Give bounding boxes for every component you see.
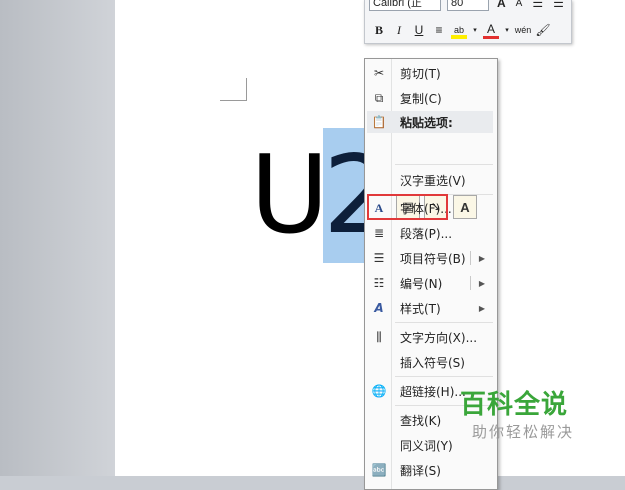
menu-item-label: 查找(K) bbox=[400, 413, 442, 428]
copy-icon: ⧉ bbox=[374, 90, 384, 105]
menu-separator bbox=[395, 376, 493, 377]
workspace-background bbox=[0, 0, 115, 476]
scissors-icon: ✂ bbox=[373, 66, 385, 80]
numbering-icon: ☷ bbox=[373, 276, 385, 290]
menu-item-paragraph[interactable]: ≣ 段落(P)... bbox=[367, 222, 493, 244]
submenu-arrow-icon: ▶ bbox=[478, 303, 485, 313]
font-name-value: Calibri (正 bbox=[373, 0, 422, 9]
watermark-subtitle: 助你轻松解决 bbox=[472, 423, 575, 441]
format-painter-icon[interactable]: 🖌 bbox=[535, 21, 551, 39]
text-direction-icon: ⫼ bbox=[376, 329, 382, 344]
font-item-highlight-box bbox=[367, 194, 448, 220]
menu-item-label: 超链接(H)... bbox=[400, 384, 466, 399]
menu-item-label: 同义词(Y) bbox=[400, 438, 453, 453]
menu-item-label: 项目符号(B) bbox=[400, 251, 466, 266]
menu-item-translate[interactable]: 🔤 翻译(S) bbox=[367, 459, 493, 481]
decrease-indent-icon[interactable]: ☰ bbox=[530, 0, 545, 10]
menu-item-label: 样式(T) bbox=[400, 301, 441, 316]
menu-separator bbox=[395, 322, 493, 323]
menu-item-bullets[interactable]: ☰ 项目符号(B) ▶ bbox=[367, 247, 493, 269]
mini-toolbar: Calibri (正 80 A A ☰ ☰ B I U ≡ ab ▾ A ▾ w… bbox=[364, 0, 572, 44]
bold-button[interactable]: B bbox=[371, 21, 387, 39]
center-align-button[interactable]: ≡ bbox=[431, 21, 447, 39]
menu-item-label: 剪切(T) bbox=[400, 66, 441, 81]
chevron-down-icon[interactable]: ▾ bbox=[471, 21, 479, 39]
doc-text-unselected[interactable]: U bbox=[250, 128, 329, 263]
menu-item-reconvert[interactable]: 汉字重选(V) bbox=[367, 169, 493, 191]
menu-item-label: 粘贴选项: bbox=[400, 115, 453, 130]
font-color-button[interactable]: A bbox=[483, 22, 499, 39]
menu-item-label: 汉字重选(V) bbox=[400, 173, 466, 188]
italic-button[interactable]: I bbox=[391, 21, 407, 39]
menu-item-copy[interactable]: ⧉ 复制(C) bbox=[367, 87, 493, 109]
underline-button[interactable]: U bbox=[411, 21, 427, 39]
font-size-combo[interactable]: 80 bbox=[447, 0, 489, 11]
phonetic-guide-button[interactable]: wén bbox=[515, 21, 532, 39]
chevron-down-icon[interactable]: ▾ bbox=[503, 21, 511, 39]
submenu-arrow-icon: ▶ bbox=[478, 253, 485, 263]
menu-item-label: 文字方向(X)... bbox=[400, 330, 478, 345]
margin-corner-mark bbox=[220, 78, 247, 101]
menu-item-styles[interactable]: A 样式(T) ▶ bbox=[367, 297, 493, 319]
increase-indent-icon[interactable]: ☰ bbox=[551, 0, 566, 10]
translate-icon: 🔤 bbox=[371, 463, 387, 477]
menu-item-label: 插入符号(S) bbox=[400, 355, 465, 370]
font-size-value: 80 bbox=[451, 0, 464, 9]
paste-icon: 📋 bbox=[371, 115, 387, 129]
menu-item-text-direction[interactable]: ⫼ 文字方向(X)... bbox=[367, 326, 493, 348]
menu-item-numbering[interactable]: ☷ 编号(N) ▶ bbox=[367, 272, 493, 294]
font-name-combo[interactable]: Calibri (正 bbox=[369, 0, 441, 11]
menu-item-cut[interactable]: ✂ 剪切(T) bbox=[367, 62, 493, 84]
bullets-icon: ☰ bbox=[373, 251, 385, 265]
styles-icon: A bbox=[374, 301, 384, 315]
menu-item-insert-symbol[interactable]: 插入符号(S) bbox=[367, 351, 493, 373]
hyperlink-icon: 🌐 bbox=[371, 384, 387, 398]
watermark-title: 百科全说 bbox=[460, 390, 569, 420]
shrink-font-button[interactable]: A bbox=[514, 0, 525, 9]
grow-font-button[interactable]: A bbox=[495, 0, 508, 10]
menu-item-label: 段落(P)... bbox=[400, 226, 453, 241]
watermark: 百科全说 助你轻松解决 bbox=[460, 388, 620, 442]
highlight-button[interactable]: ab bbox=[451, 21, 467, 39]
menu-separator bbox=[395, 164, 493, 165]
menu-header-paste-options: 📋 粘贴选项: bbox=[367, 111, 493, 133]
menu-item-label: 复制(C) bbox=[400, 91, 442, 106]
submenu-arrow-icon: ▶ bbox=[478, 278, 485, 288]
paragraph-icon: ≣ bbox=[373, 226, 385, 240]
menu-item-label: 编号(N) bbox=[400, 276, 443, 291]
